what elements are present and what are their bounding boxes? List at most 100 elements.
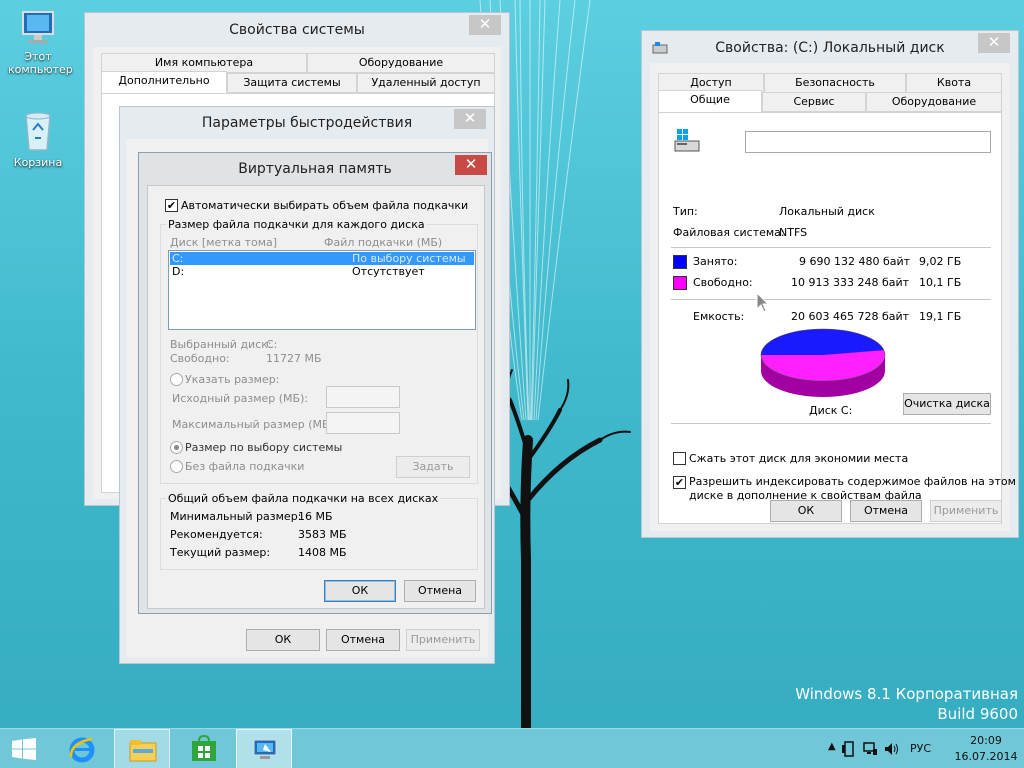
virtual-memory-window: Виртуальная память ✕ ✔ Автоматически выб… xyxy=(138,152,492,614)
folder-icon xyxy=(129,740,157,762)
type-value: Локальный диск xyxy=(779,205,875,218)
system-properties-icon xyxy=(253,739,277,759)
network-icon[interactable] xyxy=(862,741,878,757)
system-managed-label: Размер по выбору системы xyxy=(185,441,343,454)
disk-name: Диск C: xyxy=(809,404,853,417)
disk-properties-title: Свойства: (C:) Локальный диск xyxy=(715,40,945,56)
file-explorer-button[interactable] xyxy=(114,729,170,768)
ok-button[interactable]: ОК xyxy=(324,580,396,602)
internet-explorer-button[interactable] xyxy=(54,729,110,768)
tab-general[interactable]: Общие xyxy=(658,90,762,113)
drive-row-selected[interactable]: C: По выбору системы xyxy=(170,252,474,265)
free-space-label: Свободно: xyxy=(170,352,230,365)
apply-button[interactable]: Применить xyxy=(930,500,1002,522)
no-paging-label: Без файла подкачки xyxy=(185,460,305,473)
desktop: Этот компьютер Корзина Windows 8.1 Корпо… xyxy=(0,0,1024,728)
mouse-cursor xyxy=(756,292,770,313)
drive-letter: C: xyxy=(172,252,184,265)
col-paging-header: Файл подкачки (МБ) xyxy=(324,236,443,249)
cancel-button[interactable]: Отмена xyxy=(326,629,400,651)
used-slice xyxy=(761,329,884,355)
custom-size-radio[interactable] xyxy=(170,373,183,386)
performance-options-title: Параметры быстродействия xyxy=(201,115,413,131)
drive-row[interactable]: D: Отсутствует xyxy=(170,265,474,278)
tab-advanced[interactable]: Дополнительно xyxy=(101,71,227,94)
compress-checkbox[interactable] xyxy=(673,452,686,465)
current-size-label: Текущий размер: xyxy=(170,546,271,559)
auto-size-label: Автоматически выбирать объем файла подка… xyxy=(181,199,469,212)
ok-button[interactable]: ОК xyxy=(770,500,842,522)
close-button[interactable]: ✕ xyxy=(454,109,486,129)
recommended-label: Рекомендуется: xyxy=(170,528,263,541)
divider xyxy=(671,423,991,424)
tab-system-protection[interactable]: Защита системы xyxy=(227,73,357,93)
virtual-memory-body: ✔ Автоматически выбирать объем файла под… xyxy=(147,185,485,609)
close-icon: ✕ xyxy=(464,155,478,173)
col-drive-header: Диск [метка тома] xyxy=(170,236,278,249)
language-indicator[interactable]: РУС xyxy=(910,742,931,755)
disk-cleanup-button[interactable]: Очистка диска xyxy=(903,393,991,415)
initial-size-input[interactable] xyxy=(326,386,400,408)
ok-button[interactable]: ОК xyxy=(246,629,320,651)
tab-hardware[interactable]: Оборудование xyxy=(866,92,1002,112)
tab-remote[interactable]: Удаленный доступ xyxy=(357,73,495,93)
used-bytes: 9 690 132 480 байт xyxy=(799,255,911,268)
volume-icon[interactable] xyxy=(884,741,900,757)
windows-edition-watermark: Windows 8.1 Корпоративная Build 9600 xyxy=(795,684,1018,724)
divider xyxy=(671,247,991,248)
action-center-icon[interactable] xyxy=(842,741,856,757)
type-label: Тип: xyxy=(673,205,698,218)
compress-label: Сжать этот диск для экономии места xyxy=(689,452,909,465)
free-label: Свободно: xyxy=(693,276,753,289)
clock[interactable]: 20:09 16.07.2014 xyxy=(954,733,1018,765)
desktop-icon-computer[interactable]: Этот компьютер xyxy=(4,8,73,76)
drive-list[interactable]: C: По выбору системы D: Отсутствует xyxy=(168,250,476,330)
free-space-value: 11727 МБ xyxy=(266,352,322,365)
volume-label-input[interactable] xyxy=(745,131,991,153)
store-icon xyxy=(192,735,216,761)
close-button[interactable]: ✕ xyxy=(978,33,1010,53)
divider xyxy=(671,299,991,300)
filesystem-value: NTFS xyxy=(779,226,808,239)
taskbar: ▲ РУС 20:09 16.07.2014 xyxy=(0,728,1024,768)
used-gb: 9,02 ГБ xyxy=(919,255,962,268)
drive-paging: Отсутствует xyxy=(352,265,425,278)
auto-size-checkbox[interactable]: ✔ xyxy=(165,199,178,212)
max-size-input[interactable] xyxy=(326,412,400,434)
store-button[interactable] xyxy=(176,729,232,768)
show-hidden-icons[interactable]: ▲ xyxy=(828,741,836,752)
system-properties-taskbar-button[interactable] xyxy=(236,729,292,768)
set-button[interactable]: Задать xyxy=(396,456,470,478)
desktop-icon-label: Корзина xyxy=(13,156,63,169)
recommended-value: 3583 МБ xyxy=(298,528,347,541)
disk-properties-body: Доступ Безопасность Квота Общие Сервис О… xyxy=(650,63,1016,531)
no-paging-radio[interactable] xyxy=(170,460,183,473)
drive-letter: D: xyxy=(172,265,185,278)
close-button[interactable]: ✕ xyxy=(469,15,501,35)
desktop-icon-label: Этот компьютер xyxy=(8,50,73,76)
clock-date: 16.07.2014 xyxy=(954,750,1018,763)
general-tab-panel: Тип: Локальный диск Файловая система: NT… xyxy=(658,112,1016,524)
cancel-button[interactable]: Отмена xyxy=(850,500,922,522)
used-swatch xyxy=(673,255,687,269)
max-size-label: Максимальный размер (МБ): xyxy=(172,418,338,431)
tab-security[interactable]: Безопасность xyxy=(764,73,906,93)
computer-icon xyxy=(22,11,54,43)
tab-hardware[interactable]: Оборудование xyxy=(307,53,495,73)
index-checkbox[interactable]: ✔ xyxy=(673,476,686,489)
system-managed-radio[interactable] xyxy=(170,441,183,454)
tab-tools[interactable]: Сервис xyxy=(762,92,866,112)
virtual-memory-title: Виртуальная память xyxy=(238,161,392,177)
start-button[interactable] xyxy=(0,729,48,768)
free-gb: 10,1 ГБ xyxy=(919,276,962,289)
close-button[interactable]: ✕ xyxy=(455,155,487,175)
clock-time: 20:09 xyxy=(970,734,1002,747)
desktop-icon-recycle-bin[interactable]: Корзина xyxy=(4,108,72,169)
apply-button[interactable]: Применить xyxy=(406,629,480,651)
initial-size-label: Исходный размер (МБ): xyxy=(172,392,309,405)
recycle-bin-icon xyxy=(25,112,51,151)
tab-quota[interactable]: Квота xyxy=(906,73,1002,93)
drive-paging: По выбору системы xyxy=(352,252,466,265)
tab-computer-name[interactable]: Имя компьютера xyxy=(101,53,307,73)
cancel-button[interactable]: Отмена xyxy=(404,580,476,602)
